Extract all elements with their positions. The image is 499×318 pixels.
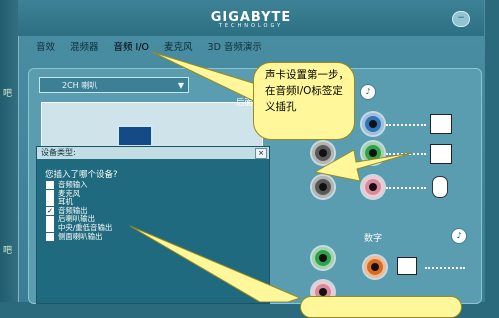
cable-line xyxy=(386,124,426,128)
minimize-button[interactable]: − xyxy=(452,11,470,27)
option-mic[interactable]: 麦克风 xyxy=(46,189,112,199)
tab-bar: 音效 混频器 音频 I/O 麦克风 3D 音频演示 xyxy=(36,39,262,55)
checkbox-checked[interactable]: ✓ xyxy=(46,207,54,216)
minus-icon: − xyxy=(457,13,465,23)
rear-jack[interactable] xyxy=(312,176,334,198)
speaker-icon xyxy=(430,144,452,164)
front-jack[interactable] xyxy=(312,247,334,269)
cd-drive-icon xyxy=(430,114,452,134)
tab-mixer[interactable]: 混频器 xyxy=(70,39,99,55)
tab-3d-demo[interactable]: 3D 音频演示 xyxy=(208,39,262,55)
back-label: 后面 xyxy=(236,98,254,108)
checkbox[interactable] xyxy=(46,232,54,241)
checkbox[interactable] xyxy=(46,189,54,198)
tab-audio-io[interactable]: 音频 I/O xyxy=(114,39,150,55)
tab-effects[interactable]: 音效 xyxy=(36,39,55,55)
checkbox[interactable] xyxy=(46,224,54,233)
speaker-config-value: 2CH 喇叭 xyxy=(62,81,98,90)
tab-microphone[interactable]: 麦克风 xyxy=(164,39,193,55)
callout-step-two xyxy=(300,296,462,318)
monitor-icon xyxy=(117,125,153,147)
dialog-question: 您插入了哪个设备? xyxy=(45,170,118,180)
microphone-icon xyxy=(432,176,448,198)
left-edge-glyph: 吧 xyxy=(3,246,13,256)
checkbox[interactable] xyxy=(46,215,54,224)
callout-step-one: 声卡设置第一步，在音频I/O标签定义插孔 xyxy=(253,62,355,140)
speaker-preview xyxy=(41,102,263,150)
cable-line xyxy=(425,267,465,271)
dialog-title: 设备类型: xyxy=(37,147,269,159)
option-label: 侧面喇叭输出 xyxy=(58,231,103,241)
mic-in-jack[interactable] xyxy=(362,176,384,198)
callout-text: 声卡设置第一步，在音频I/O标签定义插孔 xyxy=(265,69,349,113)
cable-line xyxy=(386,153,426,157)
left-edge-glyph: 吧 xyxy=(3,89,13,99)
line-in-jack[interactable] xyxy=(362,113,384,135)
analog-label: 模拟 xyxy=(236,86,254,96)
chevron-down-icon: ▼ xyxy=(177,81,184,90)
speaker-config-select[interactable]: 2CH 喇叭 ▼ xyxy=(39,77,189,93)
left-edge-strip: 吧 吧 xyxy=(0,0,18,302)
option-side-speaker[interactable]: 侧面喇叭输出 xyxy=(46,231,112,242)
checkbox[interactable] xyxy=(46,181,54,190)
spdif-icon xyxy=(397,257,417,275)
brand-sub: TECHNOLOGY xyxy=(218,23,284,29)
line-out-jack[interactable] xyxy=(362,142,384,164)
spdif-jack[interactable] xyxy=(364,256,386,278)
window-header: GIGABYTE TECHNOLOGY − xyxy=(18,0,484,36)
close-icon[interactable]: × xyxy=(255,148,267,159)
cable-line xyxy=(386,187,426,191)
rear-jack[interactable] xyxy=(312,142,334,164)
checkbox[interactable] xyxy=(46,198,54,207)
info-icon[interactable]: ♪ xyxy=(451,228,467,244)
brand-logo: GIGABYTE TECHNOLOGY xyxy=(18,10,484,29)
digital-label: 数字 xyxy=(364,234,383,244)
device-options: 音频输入 麦克风 耳机 ✓ 音频输出 后喇叭输出 中央/重低音输出 侧面喇叭输出 xyxy=(46,180,112,242)
info-icon[interactable]: ♪ xyxy=(360,84,376,100)
